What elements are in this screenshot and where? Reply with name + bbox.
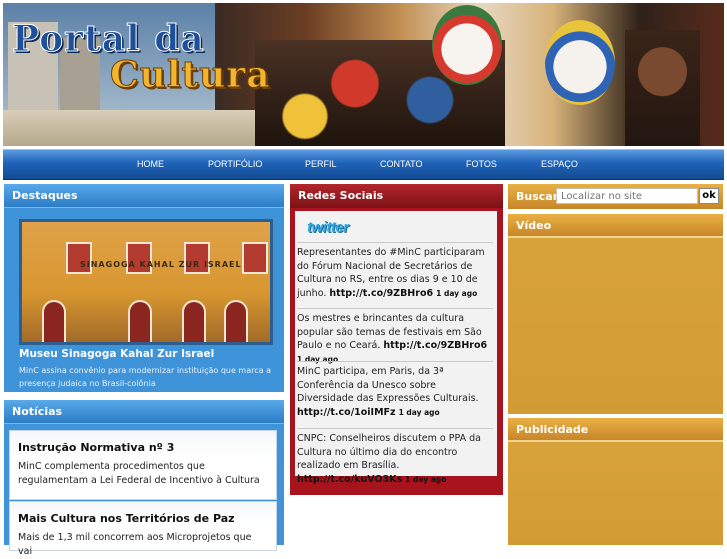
tweet-time: 1 day ago bbox=[405, 474, 447, 484]
destaque-description: MinC assina convênio para modernizar ins… bbox=[19, 366, 271, 388]
nav-espaco[interactable]: ESPAÇO bbox=[541, 159, 578, 169]
tweet: Os mestres e brincantes da cultura popul… bbox=[297, 308, 493, 366]
news-item[interactable]: Instrução Normativa nº 3 MinC complement… bbox=[9, 430, 277, 500]
tweet-link[interactable]: http://t.co/9ZBHro6 bbox=[329, 288, 433, 299]
news-title[interactable]: Mais Cultura nos Territórios de Paz bbox=[18, 512, 268, 525]
destaque-photo[interactable]: SINAGOGA KAHAL ZUR ISRAEL bbox=[19, 219, 273, 345]
search-label: Buscar bbox=[516, 190, 559, 203]
search-bar: Buscar ok bbox=[508, 184, 723, 209]
twitter-logo-icon[interactable]: twitter bbox=[307, 219, 349, 236]
news-text: Mais de 1,3 mil concorrem aos Microproje… bbox=[18, 532, 252, 557]
main-nav: HOME PORTIFÓLIO PERFIL CONTATO FOTOS ESP… bbox=[0, 149, 727, 181]
banner-plaza bbox=[0, 110, 260, 149]
door bbox=[224, 300, 248, 342]
publicidade-heading: Publicidade bbox=[508, 418, 723, 442]
header-banner: Portal da Cultura bbox=[0, 0, 727, 149]
redes-heading: Redes Sociais bbox=[290, 184, 503, 208]
publicidade-panel: Publicidade bbox=[508, 418, 723, 545]
window bbox=[184, 242, 210, 274]
redes-sociais-panel: Redes Sociais twitter Representantes do … bbox=[290, 184, 503, 495]
tweet-link[interactable]: http://t.co/1oiIMFz bbox=[297, 407, 396, 418]
banner-person bbox=[625, 30, 700, 149]
destaque-title[interactable]: Museu Sinagoga Kahal Zur Israel bbox=[19, 348, 214, 360]
news-item[interactable]: Mais Cultura nos Territórios de Paz Mais… bbox=[9, 501, 277, 557]
banner-clown bbox=[545, 20, 615, 105]
door bbox=[42, 300, 66, 342]
ad-area[interactable] bbox=[508, 444, 723, 545]
video-area[interactable] bbox=[508, 240, 723, 414]
door bbox=[182, 300, 206, 342]
site-logo[interactable]: Portal da Cultura bbox=[12, 18, 271, 97]
nav-portifolio[interactable]: PORTIFÓLIO bbox=[208, 159, 262, 169]
twitter-feed: twitter Representantes do #MinC particip… bbox=[295, 211, 497, 485]
window bbox=[66, 242, 92, 274]
destaques-heading: Destaques bbox=[4, 184, 284, 208]
window bbox=[126, 242, 152, 274]
tweet-link[interactable]: http://t.co/9ZBHro6 bbox=[383, 340, 487, 351]
tweet: MinC participa, em Paris, da 3ª Conferên… bbox=[297, 361, 493, 419]
tweet-time: 1 day ago bbox=[436, 288, 478, 298]
synagogue-image: SINAGOGA KAHAL ZUR ISRAEL bbox=[22, 222, 270, 342]
tweet-time: 1 day ago bbox=[398, 407, 440, 417]
door bbox=[128, 300, 152, 342]
nav-home[interactable]: HOME bbox=[137, 159, 164, 169]
nav-perfil[interactable]: PERFIL bbox=[305, 159, 337, 169]
news-text: MinC complementa procedimentos que regul… bbox=[18, 461, 260, 486]
noticias-panel: Notícias Instrução Normativa nº 3 MinC c… bbox=[4, 400, 284, 557]
window bbox=[242, 242, 268, 274]
news-title[interactable]: Instrução Normativa nº 3 bbox=[18, 441, 268, 454]
tweet: CNPC: Conselheiros discutem o PPA da Cul… bbox=[297, 428, 493, 486]
tweet: Representantes do #MinC participaram do … bbox=[297, 242, 493, 300]
tweet-text: MinC participa, em Paris, da 3ª Conferên… bbox=[297, 366, 479, 404]
destaques-panel: Destaques SINAGOGA KAHAL ZUR ISRAEL Muse… bbox=[4, 184, 284, 392]
nav-bar: HOME PORTIFÓLIO PERFIL CONTATO FOTOS ESP… bbox=[3, 149, 724, 180]
tweet-link[interactable]: http://t.co/kuVO3Ks bbox=[297, 474, 402, 485]
logo-line-2: Cultura bbox=[110, 54, 271, 97]
nav-fotos[interactable]: FOTOS bbox=[466, 159, 497, 169]
banner-clown bbox=[432, 5, 502, 85]
video-panel: Vídeo bbox=[508, 214, 723, 414]
tweet-text: CNPC: Conselheiros discutem o PPA da Cul… bbox=[297, 433, 481, 471]
search-input[interactable] bbox=[556, 188, 698, 204]
search-submit-button[interactable]: ok bbox=[699, 188, 719, 204]
video-heading: Vídeo bbox=[508, 214, 723, 238]
noticias-heading: Notícias bbox=[4, 400, 284, 424]
synagogue-sign: SINAGOGA KAHAL ZUR ISRAEL bbox=[80, 260, 242, 269]
nav-contato[interactable]: CONTATO bbox=[380, 159, 423, 169]
